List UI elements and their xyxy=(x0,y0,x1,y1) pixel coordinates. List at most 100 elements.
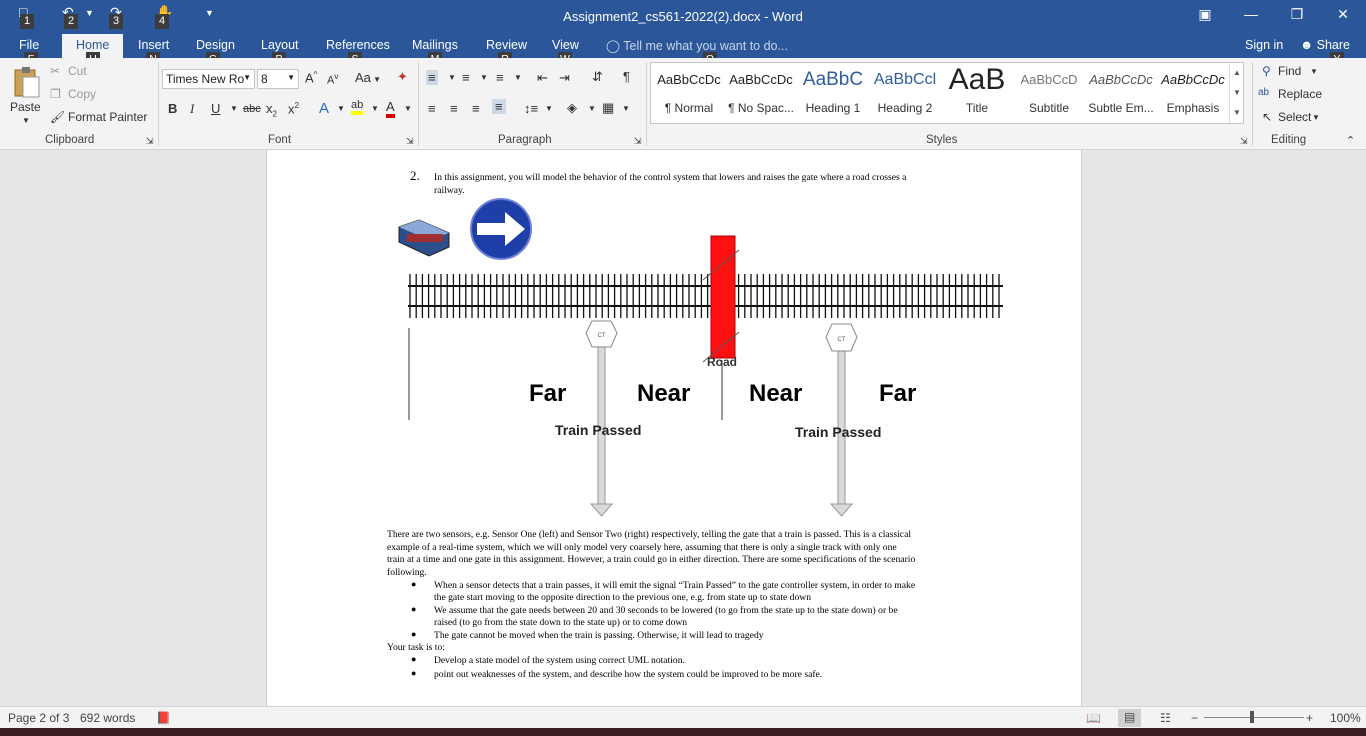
shading-icon[interactable]: ◈ xyxy=(567,100,577,116)
format-painter-button[interactable]: Format Painter xyxy=(68,110,147,124)
bullets-icon[interactable]: ≡ xyxy=(426,70,438,85)
ribbon-display-icon[interactable]: ▣ xyxy=(1190,6,1220,23)
align-left-icon[interactable]: ≡ xyxy=(428,101,436,116)
tab-file[interactable]: File xyxy=(19,38,39,52)
style-subtle-emphasis[interactable]: AaBbCcDc Subtle Em... xyxy=(1085,65,1157,121)
clipboard-launcher-icon[interactable]: ⇲ xyxy=(146,136,154,147)
font-color-icon[interactable]: A xyxy=(386,99,395,118)
format-painter-icon[interactable]: 🖌 xyxy=(50,110,65,124)
zoom-slider[interactable] xyxy=(1204,717,1304,718)
sign-in-link[interactable]: Sign in xyxy=(1245,38,1283,52)
tab-references[interactable]: References xyxy=(326,38,390,52)
grow-font-icon[interactable]: A^ xyxy=(305,70,317,85)
styles-scroll[interactable]: ▲ ▼ ▼ xyxy=(1229,63,1244,123)
page[interactable]: 2. In this assignment, you will model th… xyxy=(266,150,1082,706)
tab-insert[interactable]: Insert xyxy=(138,38,169,52)
numbering-icon[interactable]: ≡ xyxy=(462,70,470,85)
numbering-dropdown-icon[interactable]: ▼ xyxy=(480,73,488,82)
justify-icon[interactable]: ≡ xyxy=(492,99,506,114)
style-title[interactable]: AaB Title xyxy=(941,65,1013,121)
italic-icon[interactable]: I xyxy=(190,101,194,117)
zoom-in-button[interactable]: + xyxy=(1306,711,1313,725)
zoom-level[interactable]: 100% xyxy=(1330,711,1361,725)
line-spacing-dropdown-icon[interactable]: ▼ xyxy=(545,104,553,113)
find-button[interactable]: Find xyxy=(1278,64,1301,78)
underline-icon[interactable]: U xyxy=(211,101,220,116)
print-layout-icon[interactable]: ▤ xyxy=(1118,709,1142,727)
sort-icon[interactable]: ⇵ xyxy=(592,69,603,85)
proofing-icon[interactable]: 📕 xyxy=(156,711,171,725)
bullets-dropdown-icon[interactable]: ▼ xyxy=(448,73,456,82)
paste-button[interactable]: Paste ▼ xyxy=(8,64,44,126)
subscript-icon[interactable]: x2 xyxy=(266,101,277,119)
select-icon[interactable]: ↖ xyxy=(1262,110,1272,124)
font-launcher-icon[interactable]: ⇲ xyxy=(406,136,414,147)
shrink-font-icon[interactable]: Av xyxy=(327,72,338,87)
style-heading-1[interactable]: AaBbC Heading 1 xyxy=(797,65,869,121)
font-name-box[interactable]: Times New Ro ▼ xyxy=(162,69,255,89)
align-right-icon[interactable]: ≡ xyxy=(472,101,480,116)
minimize-button[interactable]: — xyxy=(1236,6,1266,22)
style-emphasis[interactable]: AaBbCcDc Emphasis xyxy=(1157,65,1229,121)
superscript-icon[interactable]: x2 xyxy=(288,101,299,116)
text-effects-icon[interactable]: A xyxy=(319,100,329,117)
text-effects-dropdown-icon[interactable]: ▼ xyxy=(337,104,345,113)
style-heading-2[interactable]: AaBbCcl Heading 2 xyxy=(869,65,941,121)
replace-button[interactable]: Replace xyxy=(1278,87,1322,101)
zoom-out-button[interactable]: − xyxy=(1191,711,1198,725)
tab-mailings[interactable]: Mailings xyxy=(412,38,458,52)
tab-view[interactable]: View xyxy=(552,38,579,52)
highlight-dropdown-icon[interactable]: ▼ xyxy=(371,104,379,113)
find-icon[interactable]: ⚲ xyxy=(1262,64,1271,78)
style-no-spacing[interactable]: AaBbCcDc ¶ No Spac... xyxy=(725,65,797,121)
copy-icon[interactable]: ❐ xyxy=(50,87,61,101)
web-layout-icon[interactable]: ☷ xyxy=(1160,711,1171,725)
change-case-button[interactable]: Aa ▼ xyxy=(355,70,381,85)
underline-dropdown-icon[interactable]: ▼ xyxy=(230,104,238,113)
align-center-icon[interactable]: ≡ xyxy=(450,101,458,116)
font-color-dropdown-icon[interactable]: ▼ xyxy=(404,104,412,113)
decrease-indent-icon[interactable]: ⇤ xyxy=(537,70,548,86)
multilevel-list-icon[interactable]: ≡ xyxy=(496,70,504,85)
show-marks-icon[interactable]: ¶ xyxy=(623,69,630,84)
zoom-slider-thumb[interactable] xyxy=(1250,711,1254,723)
line-spacing-icon[interactable]: ↕≡ xyxy=(524,101,538,116)
style-name: Subtle Em... xyxy=(1088,101,1154,115)
page-count[interactable]: Page 2 of 3 xyxy=(8,711,69,725)
style-name: ¶ Normal xyxy=(664,101,714,115)
borders-icon[interactable]: ▦ xyxy=(602,100,614,116)
replace-icon[interactable]: ab xyxy=(1258,87,1269,98)
styles-launcher-icon[interactable]: ⇲ xyxy=(1240,136,1248,147)
close-button[interactable]: ✕ xyxy=(1328,6,1358,23)
tab-review[interactable]: Review xyxy=(486,38,527,52)
tell-me-search[interactable]: ◯ Tell me what you want to do... xyxy=(606,38,788,53)
tab-design[interactable]: Design xyxy=(196,38,235,52)
increase-indent-icon[interactable]: ⇥ xyxy=(559,70,570,86)
clear-formatting-icon[interactable]: ✦ xyxy=(397,69,408,85)
shading-dropdown-icon[interactable]: ▼ xyxy=(588,104,596,113)
font-size-box[interactable]: 8 ▼ xyxy=(257,69,299,89)
tab-layout[interactable]: Layout xyxy=(261,38,299,52)
select-dropdown-icon[interactable]: ▼ xyxy=(1312,113,1320,122)
find-dropdown-icon[interactable]: ▼ xyxy=(1310,67,1318,76)
word-count[interactable]: 692 words xyxy=(80,711,135,725)
multilevel-dropdown-icon[interactable]: ▼ xyxy=(514,73,522,82)
strikethrough-icon[interactable]: abc xyxy=(243,103,261,115)
style-normal[interactable]: AaBbCcDc ¶ Normal xyxy=(653,65,725,121)
maximize-button[interactable]: ❐ xyxy=(1282,6,1312,23)
style-subtitle[interactable]: AaBbCcD Subtitle xyxy=(1013,65,1085,121)
bold-icon[interactable]: B xyxy=(168,101,177,116)
copy-button[interactable]: Copy xyxy=(68,87,96,101)
highlight-icon[interactable]: ab xyxy=(351,99,364,115)
select-button[interactable]: Select xyxy=(1278,110,1311,124)
borders-dropdown-icon[interactable]: ▼ xyxy=(622,104,630,113)
paragraph-launcher-icon[interactable]: ⇲ xyxy=(634,136,642,147)
scroll-down-icon[interactable]: ▼ xyxy=(1230,83,1244,103)
read-mode-icon[interactable]: 📖 xyxy=(1086,711,1101,725)
cut-button[interactable]: Cut xyxy=(68,64,87,78)
collapse-ribbon-icon[interactable]: ⌃ xyxy=(1346,134,1355,147)
scroll-up-icon[interactable]: ▲ xyxy=(1230,63,1244,83)
share-button[interactable]: ☻ Share xyxy=(1300,38,1350,52)
cut-icon[interactable]: ✂ xyxy=(50,64,60,78)
more-styles-icon[interactable]: ▼ xyxy=(1230,103,1244,123)
